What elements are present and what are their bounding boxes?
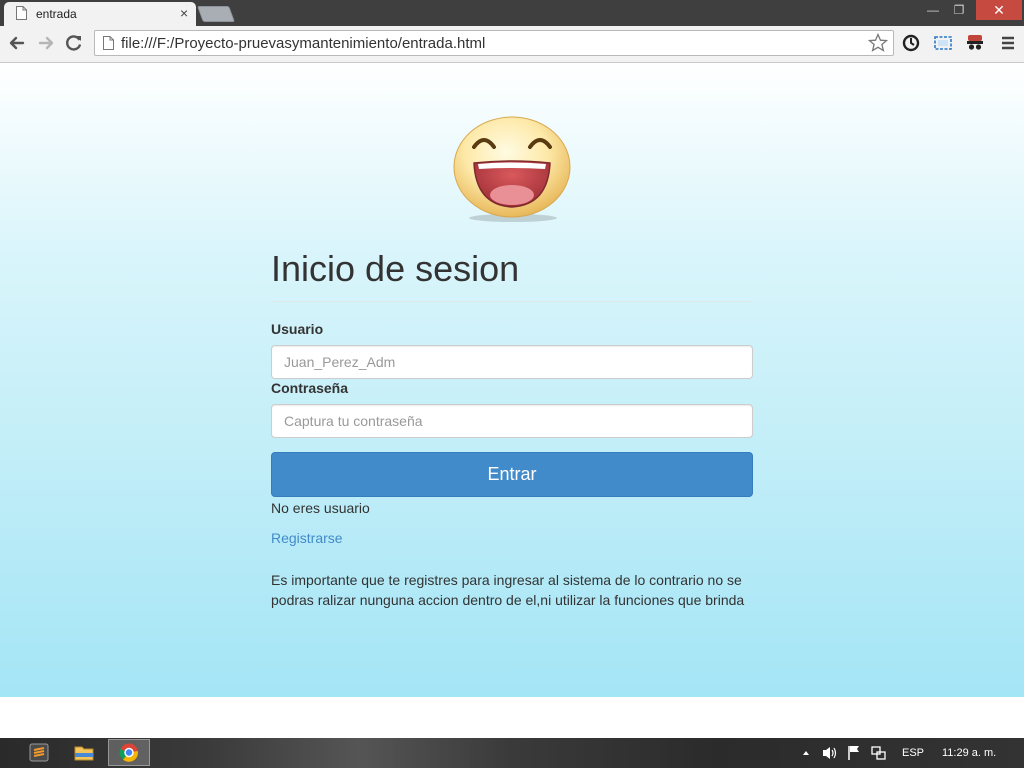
language-indicator[interactable]: ESP — [902, 738, 924, 768]
hamburger-menu-icon[interactable] — [998, 33, 1018, 53]
address-bar[interactable]: file:///F:/Proyecto-pruevasymantenimient… — [94, 30, 894, 56]
new-tab-button[interactable] — [197, 6, 235, 22]
title-divider — [271, 301, 753, 302]
system-clock[interactable]: 11:29 a. m. — [942, 738, 996, 768]
reload-icon[interactable] — [63, 32, 85, 54]
chrome-icon — [119, 743, 138, 762]
login-form: Inicio de sesion Usuario Contraseña Entr… — [271, 248, 753, 608]
speaker-icon[interactable] — [820, 738, 840, 768]
incognito-extension-icon[interactable] — [965, 33, 985, 53]
page-content: Inicio de sesion Usuario Contraseña Entr… — [0, 63, 1024, 697]
taskbar-sublime-app[interactable] — [18, 739, 60, 766]
close-window-button[interactable]: ✕ — [976, 0, 1022, 20]
browser-toolbar: file:///F:/Proyecto-pruevasymantenimient… — [0, 26, 1024, 63]
registration-note: Es importante que te registres para ingr… — [271, 572, 745, 608]
back-arrow-icon[interactable] — [6, 32, 28, 54]
sync-extension-icon[interactable] — [901, 33, 921, 53]
page-title: Inicio de sesion — [271, 248, 520, 289]
taskbar-file-explorer[interactable] — [63, 739, 105, 766]
sublime-app-icon — [29, 743, 49, 762]
taskbar-chrome[interactable] — [108, 739, 150, 766]
forward-arrow-icon[interactable] — [35, 32, 57, 54]
smiley-icon — [453, 116, 571, 222]
browser-titlebar: entrada × — ❐ ✕ — [0, 0, 1024, 26]
password-label: Contraseña — [271, 380, 349, 396]
maximize-button[interactable]: ❐ — [946, 0, 972, 20]
tab-title: entrada — [36, 7, 77, 21]
username-input[interactable] — [271, 345, 753, 379]
page-icon — [16, 6, 27, 20]
browser-tab[interactable]: entrada × — [4, 2, 196, 26]
windows-taskbar: ESP 11:29 a. m. — [0, 738, 1024, 768]
page-bottom-area — [0, 697, 1024, 738]
page-icon — [103, 36, 114, 50]
password-input[interactable] — [271, 404, 753, 438]
login-button[interactable]: Entrar — [271, 452, 753, 497]
network-icon[interactable] — [869, 738, 887, 768]
screen-capture-extension-icon[interactable] — [933, 33, 953, 53]
minimize-button[interactable]: — — [920, 0, 946, 20]
show-hidden-icons-icon[interactable] — [800, 738, 812, 768]
folder-icon — [74, 746, 94, 761]
url-text[interactable]: file:///F:/Proyecto-pruevasymantenimient… — [121, 35, 485, 52]
star-icon[interactable] — [868, 33, 888, 53]
register-link[interactable]: Registrarse — [271, 530, 343, 546]
username-label: Usuario — [271, 321, 324, 337]
action-center-flag-icon[interactable] — [845, 738, 863, 768]
tab-close-icon[interactable]: × — [180, 6, 188, 20]
no-user-text: No eres usuario — [271, 500, 370, 516]
